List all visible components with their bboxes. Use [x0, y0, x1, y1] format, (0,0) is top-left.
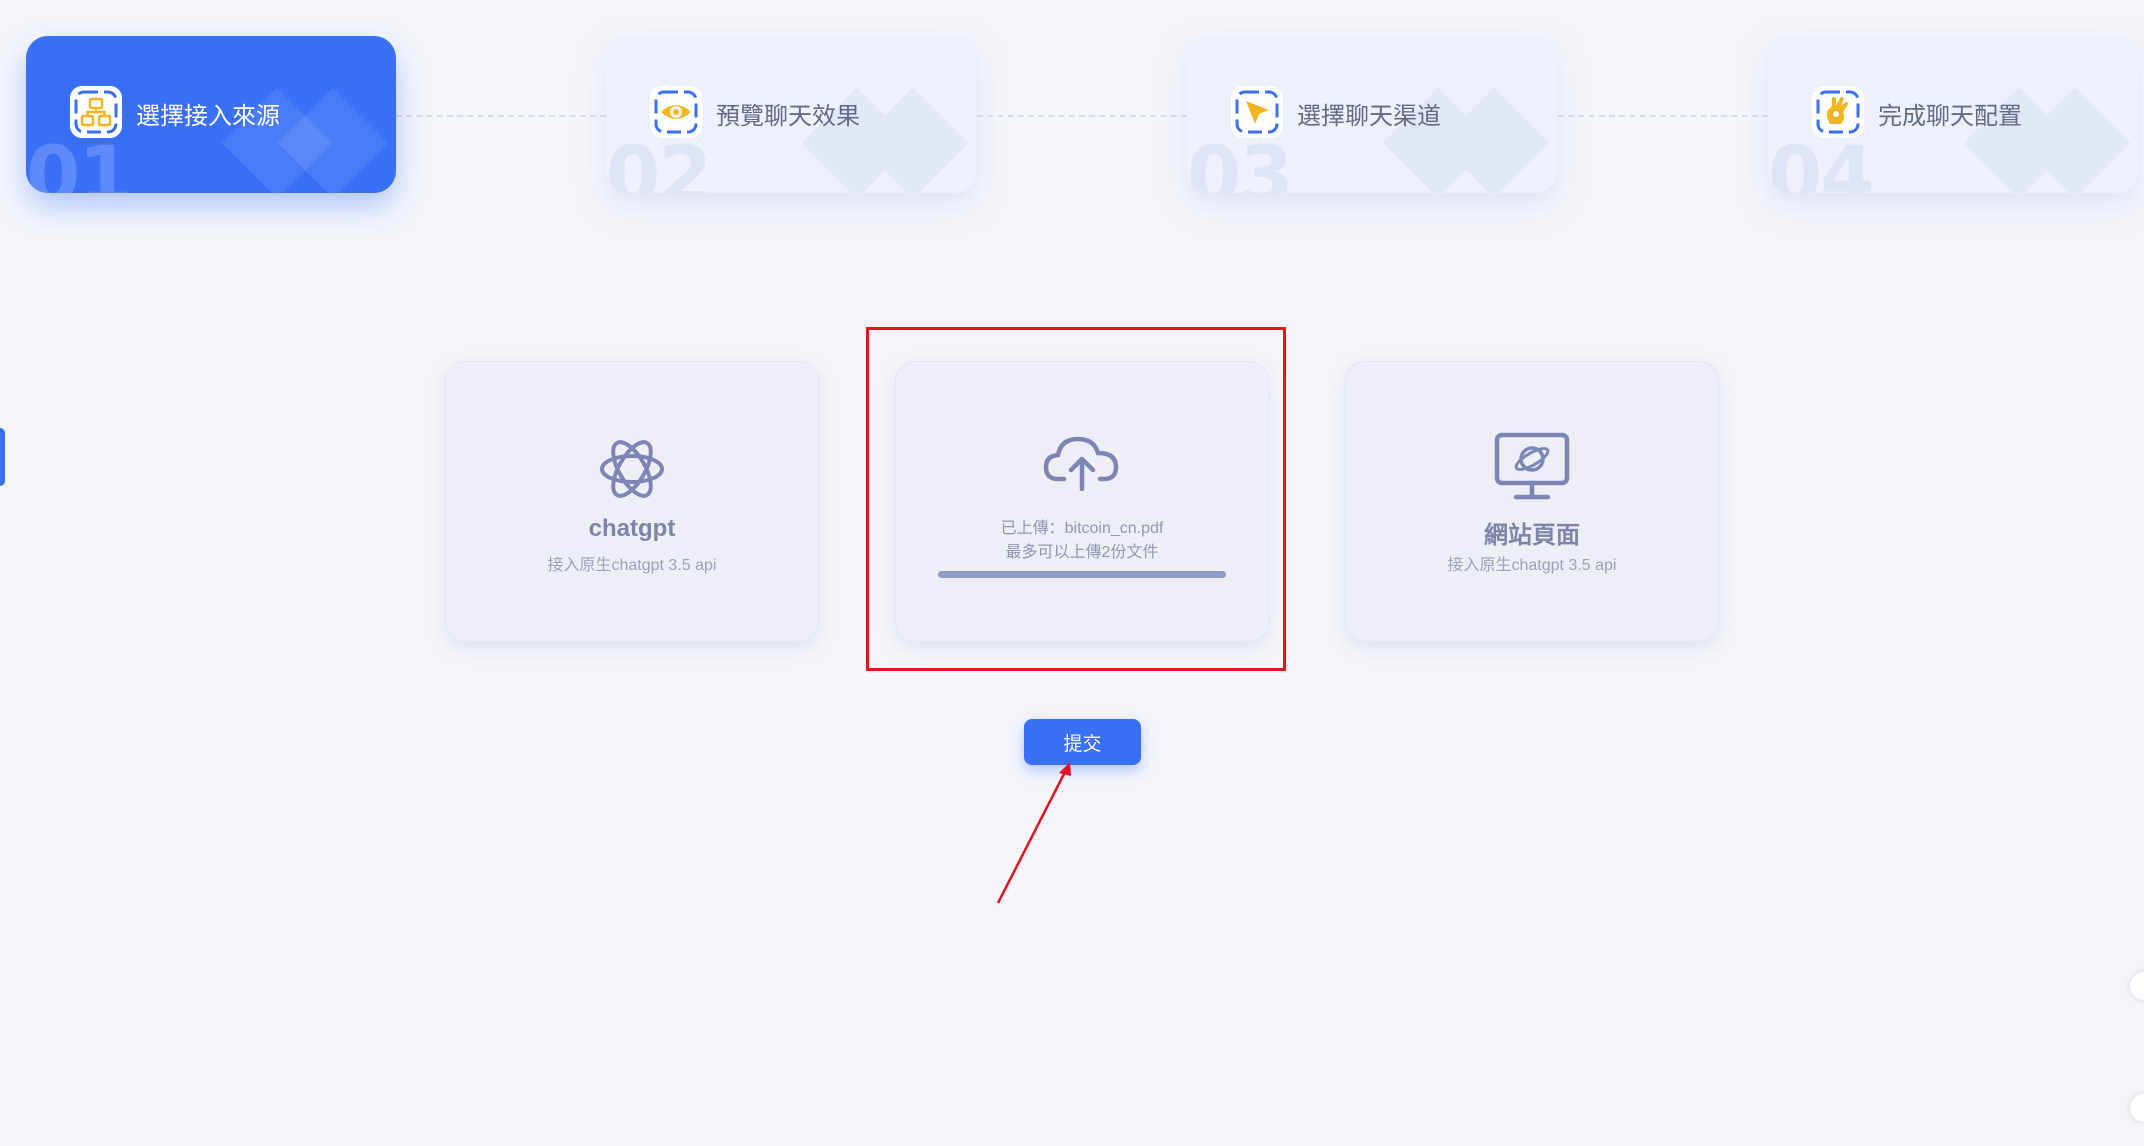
- source-card-website[interactable]: 網站頁面 接入原生chatgpt 3.5 api: [1345, 361, 1719, 642]
- step-connector: [396, 115, 606, 117]
- card-title: chatgpt: [588, 515, 676, 542]
- side-drawer-tab[interactable]: [0, 428, 5, 486]
- monitor-browser-icon: [1345, 431, 1719, 507]
- ok-hand-icon: [1812, 86, 1864, 138]
- sitemap-icon: [70, 86, 122, 138]
- card-subtitle: 接入原生chatgpt 3.5 api: [547, 557, 717, 574]
- card-subtitle: 接入原生chatgpt 3.5 api: [1447, 557, 1617, 574]
- step-label: 完成聊天配置: [1878, 103, 2022, 130]
- cursor-arrow-icon: [1231, 86, 1283, 138]
- step-select-source[interactable]: 01 選擇接入來源: [26, 36, 396, 193]
- step-finish-config[interactable]: 04 完成聊天配置: [1768, 36, 2138, 193]
- annotation-highlight-box: [866, 327, 1286, 671]
- card-title: 網站頁面: [1484, 522, 1580, 549]
- submit-button[interactable]: 提交: [1024, 719, 1141, 765]
- floating-widget-edge[interactable]: [2130, 1094, 2144, 1122]
- step-select-channel[interactable]: 03 選擇聊天渠道: [1187, 36, 1557, 193]
- step-connector: [977, 115, 1187, 117]
- step-number: 04: [1768, 131, 1875, 193]
- eye-icon: [650, 86, 702, 138]
- step-number: 01: [26, 131, 133, 193]
- step-label: 選擇接入來源: [136, 103, 280, 130]
- step-preview-chat[interactable]: 02 預覽聊天效果: [606, 36, 976, 193]
- step-label: 預覽聊天效果: [716, 103, 860, 130]
- step-number: 02: [606, 131, 713, 193]
- source-card-chatgpt[interactable]: chatgpt 接入原生chatgpt 3.5 api: [445, 361, 819, 642]
- step-connector: [1558, 115, 1768, 117]
- openai-logo-icon: [445, 431, 819, 507]
- step-number: 03: [1187, 131, 1294, 193]
- floating-widget-edge[interactable]: [2130, 972, 2144, 1000]
- step-label: 選擇聊天渠道: [1297, 103, 1441, 130]
